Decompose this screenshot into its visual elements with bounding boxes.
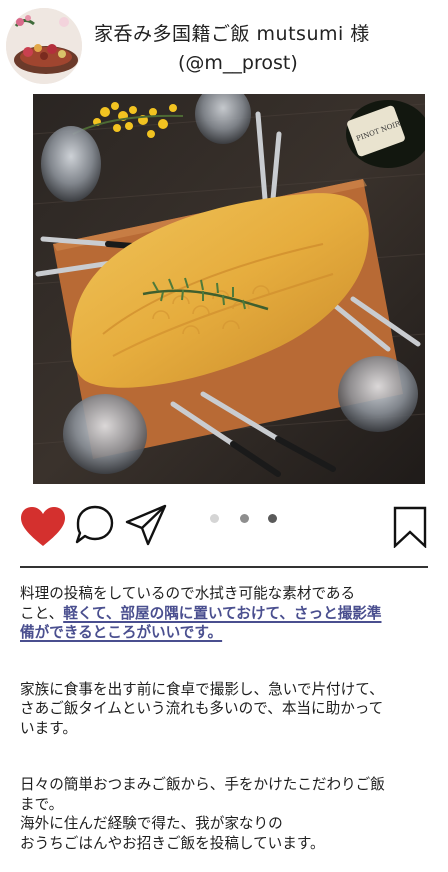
avatar-image — [6, 8, 82, 84]
food-photo-image: PINOT NOIR — [33, 94, 425, 484]
user-name[interactable]: 家呑み多国籍ご飯 mutsumi 様 — [94, 19, 370, 46]
post-caption: 料理の投稿をしているので水拭き可能な素材である こと、軽くて、部屋の隅に置いてお… — [20, 584, 428, 853]
caption-line: おうちごはんやお招きご飯を投稿しています。 — [20, 834, 325, 852]
caption-line: まで。 — [20, 795, 64, 813]
caption-line: います。 — [20, 719, 77, 737]
paper-plane-icon[interactable] — [124, 503, 168, 547]
user-avatar[interactable] — [6, 8, 82, 84]
carousel-dot-2[interactable] — [240, 514, 249, 523]
caption-line: 料理の投稿をしているので水拭き可能な素材である — [20, 585, 356, 602]
caption-line: 備ができるところがいいです。 — [20, 623, 428, 643]
caption-line: さあご飯タイムという流れも多いので、本当に助かって — [20, 700, 384, 717]
caption-highlight-text: 備ができるところがいいです。 — [20, 624, 223, 641]
caption-divider — [20, 566, 428, 568]
speech-bubble-icon[interactable] — [74, 504, 116, 546]
caption-line: 海外に住んだ経験で得た、我が家なりの — [20, 815, 283, 832]
carousel-dot-1[interactable] — [210, 514, 219, 523]
carousel-dot-3[interactable] — [268, 514, 277, 523]
caption-text: こと、 — [20, 604, 64, 622]
caption-line: 家族に食事を出す前に食卓で撮影し、急いで片付けて、 — [20, 680, 384, 698]
post-photo[interactable]: PINOT NOIR — [33, 94, 425, 484]
bookmark-icon[interactable] — [393, 506, 427, 548]
heart-filled-icon[interactable] — [20, 506, 66, 548]
caption-highlight-text: 軽くて、部屋の隅に置いておけて、さっと撮影準 — [63, 604, 382, 622]
user-handle[interactable]: (@m__prost) — [178, 52, 298, 74]
post-actions-bar — [0, 498, 448, 550]
post-header: 家呑み多国籍ご飯 mutsumi 様 (@m__prost) — [0, 0, 448, 92]
caption-line: 日々の簡単おつまみご飯から、手をかけたこだわりご飯 — [20, 776, 385, 793]
caption-line: こと、軽くて、部屋の隅に置いておけて、さっと撮影準 — [20, 604, 428, 624]
